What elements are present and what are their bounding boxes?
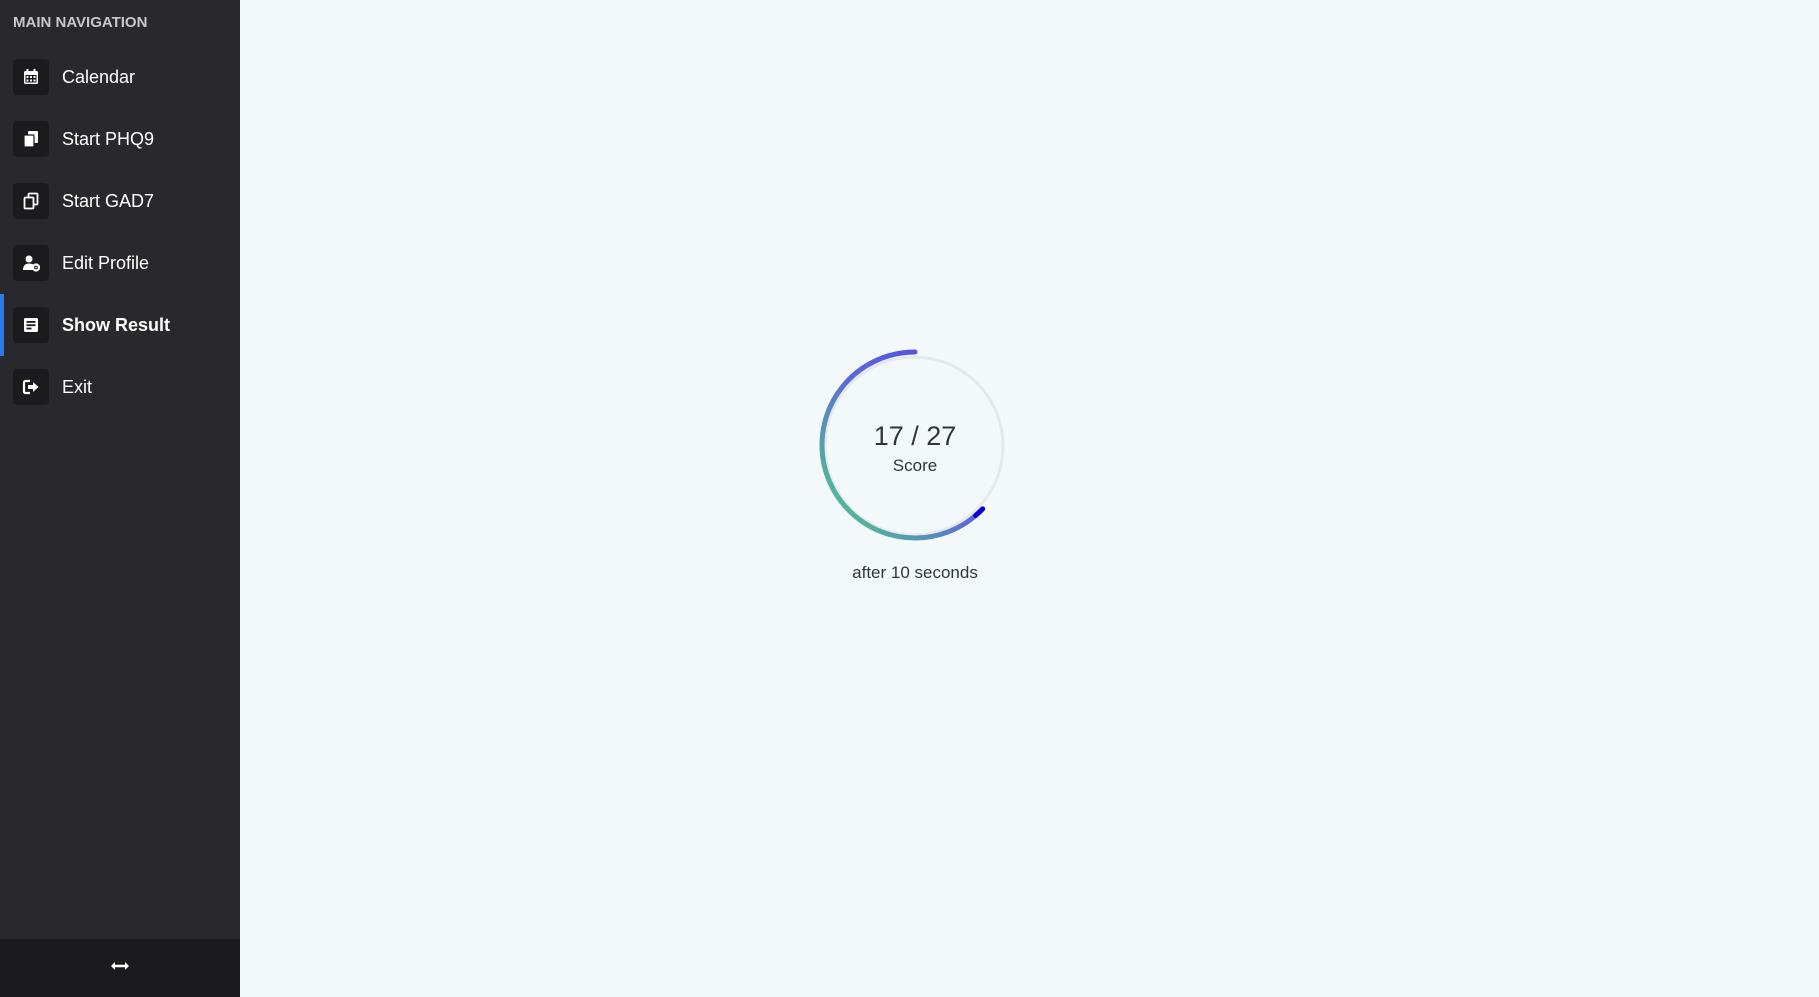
user-gear-icon	[13, 245, 49, 281]
sidebar-item-calendar[interactable]: Calendar	[0, 46, 240, 108]
sidebar-item-edit-profile[interactable]: Edit Profile	[0, 232, 240, 294]
nav-list: Calendar Start PHQ9 Start GAD7 Edit Prof…	[0, 46, 240, 418]
copy-outline-icon	[13, 183, 49, 219]
sidebar-item-label: Exit	[62, 376, 93, 397]
sidebar-item-label: Start GAD7	[62, 190, 155, 211]
result-list-icon	[13, 307, 49, 343]
sidebar-item-label: Show Result	[62, 314, 171, 335]
sidebar-toggle-button[interactable]	[0, 939, 240, 997]
nav-header: MAIN NAVIGATION	[13, 14, 148, 31]
sidebar-item-start-phq9[interactable]: Start PHQ9	[0, 108, 240, 170]
sidebar-item-label: Calendar	[62, 66, 136, 87]
score-note: after 10 seconds	[852, 563, 978, 582]
main-content: 17 / 27 Score after 10 seconds	[240, 0, 1819, 997]
sidebar-item-exit[interactable]: Exit	[0, 356, 240, 418]
score-gauge: 17 / 27 Score	[800, 330, 1030, 560]
sign-out-icon	[13, 369, 49, 405]
score-value: 17 / 27	[873, 421, 957, 451]
sidebar-item-label: Start PHQ9	[62, 128, 155, 149]
calendar-icon	[13, 59, 49, 95]
sidebar: MAIN NAVIGATION Calendar Start PHQ9 Star…	[0, 0, 240, 997]
copy-file-icon	[13, 121, 49, 157]
sidebar-item-start-gad7[interactable]: Start GAD7	[0, 170, 240, 232]
sidebar-item-label: Edit Profile	[62, 252, 150, 273]
score-label: Score	[892, 456, 938, 475]
sidebar-item-show-result[interactable]: Show Result	[0, 294, 240, 356]
horizontal-arrows-icon	[110, 959, 130, 977]
